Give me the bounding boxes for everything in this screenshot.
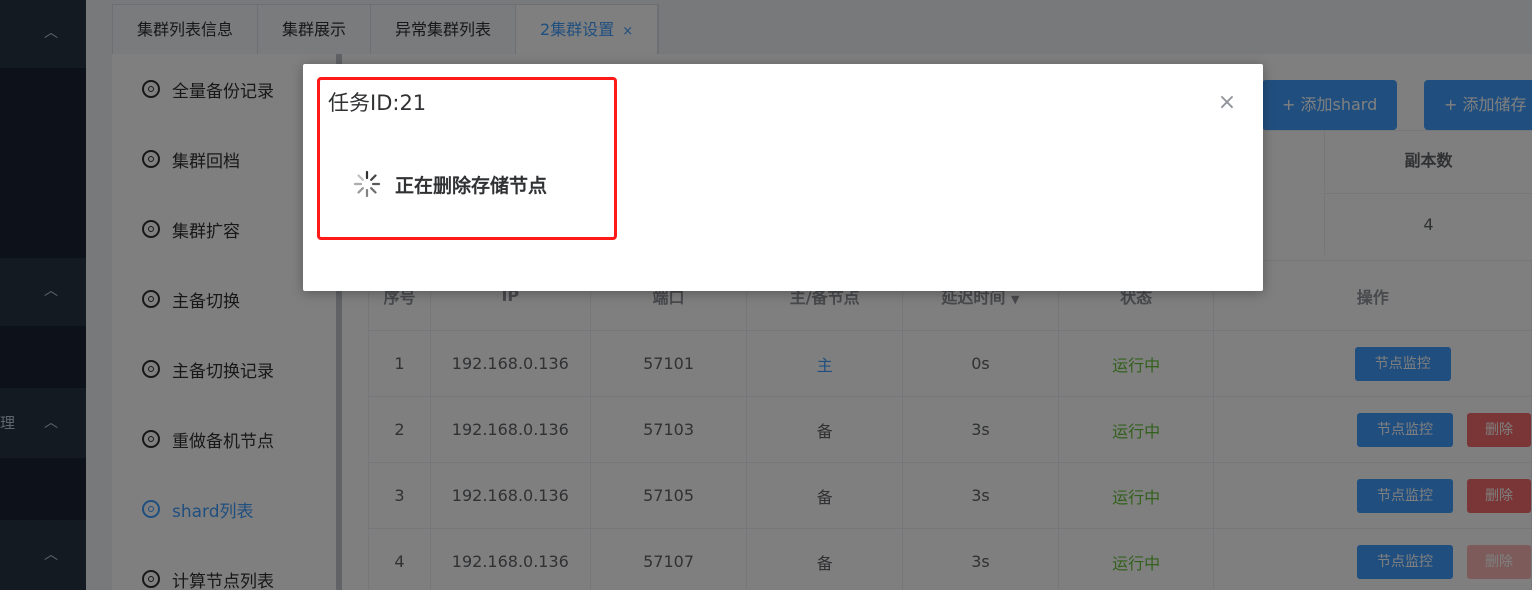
loading-status: 正在删除存储节点 [353, 170, 547, 198]
task-dialog: 任务ID:21 × 正在删除存储节点 [303, 64, 1263, 291]
close-icon[interactable]: × [1216, 92, 1238, 114]
loading-message: 正在删除存储节点 [395, 174, 548, 197]
loading-spinner-icon [353, 170, 381, 198]
dialog-title: 任务ID:21 [328, 91, 427, 115]
